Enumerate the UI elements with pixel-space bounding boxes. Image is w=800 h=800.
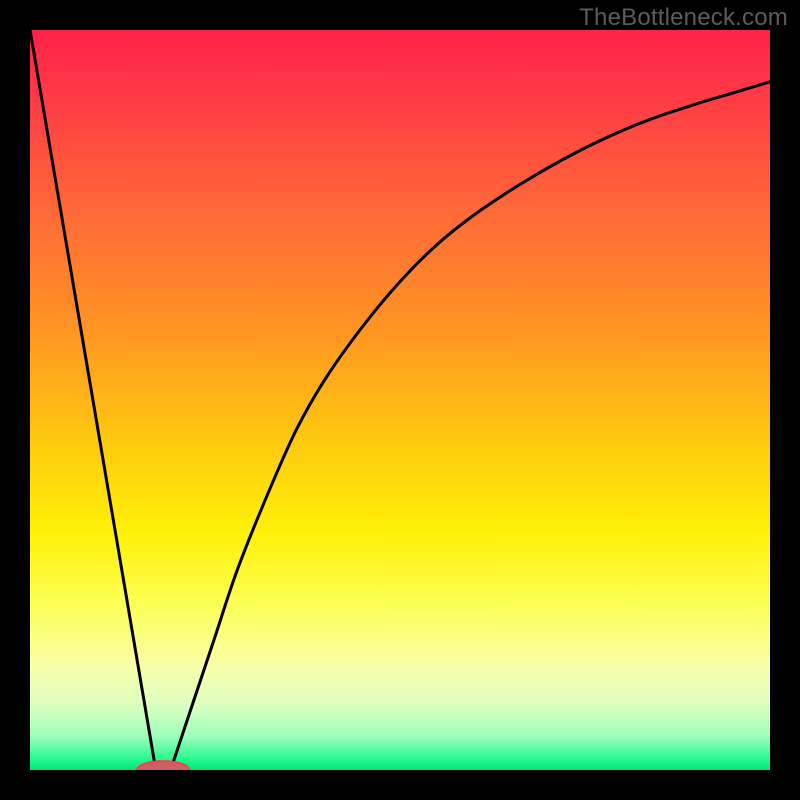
plot-area xyxy=(30,30,770,770)
chart-svg xyxy=(30,30,770,770)
gradient-background xyxy=(30,30,770,770)
chart-frame: TheBottleneck.com xyxy=(0,0,800,800)
watermark-text: TheBottleneck.com xyxy=(579,4,788,32)
